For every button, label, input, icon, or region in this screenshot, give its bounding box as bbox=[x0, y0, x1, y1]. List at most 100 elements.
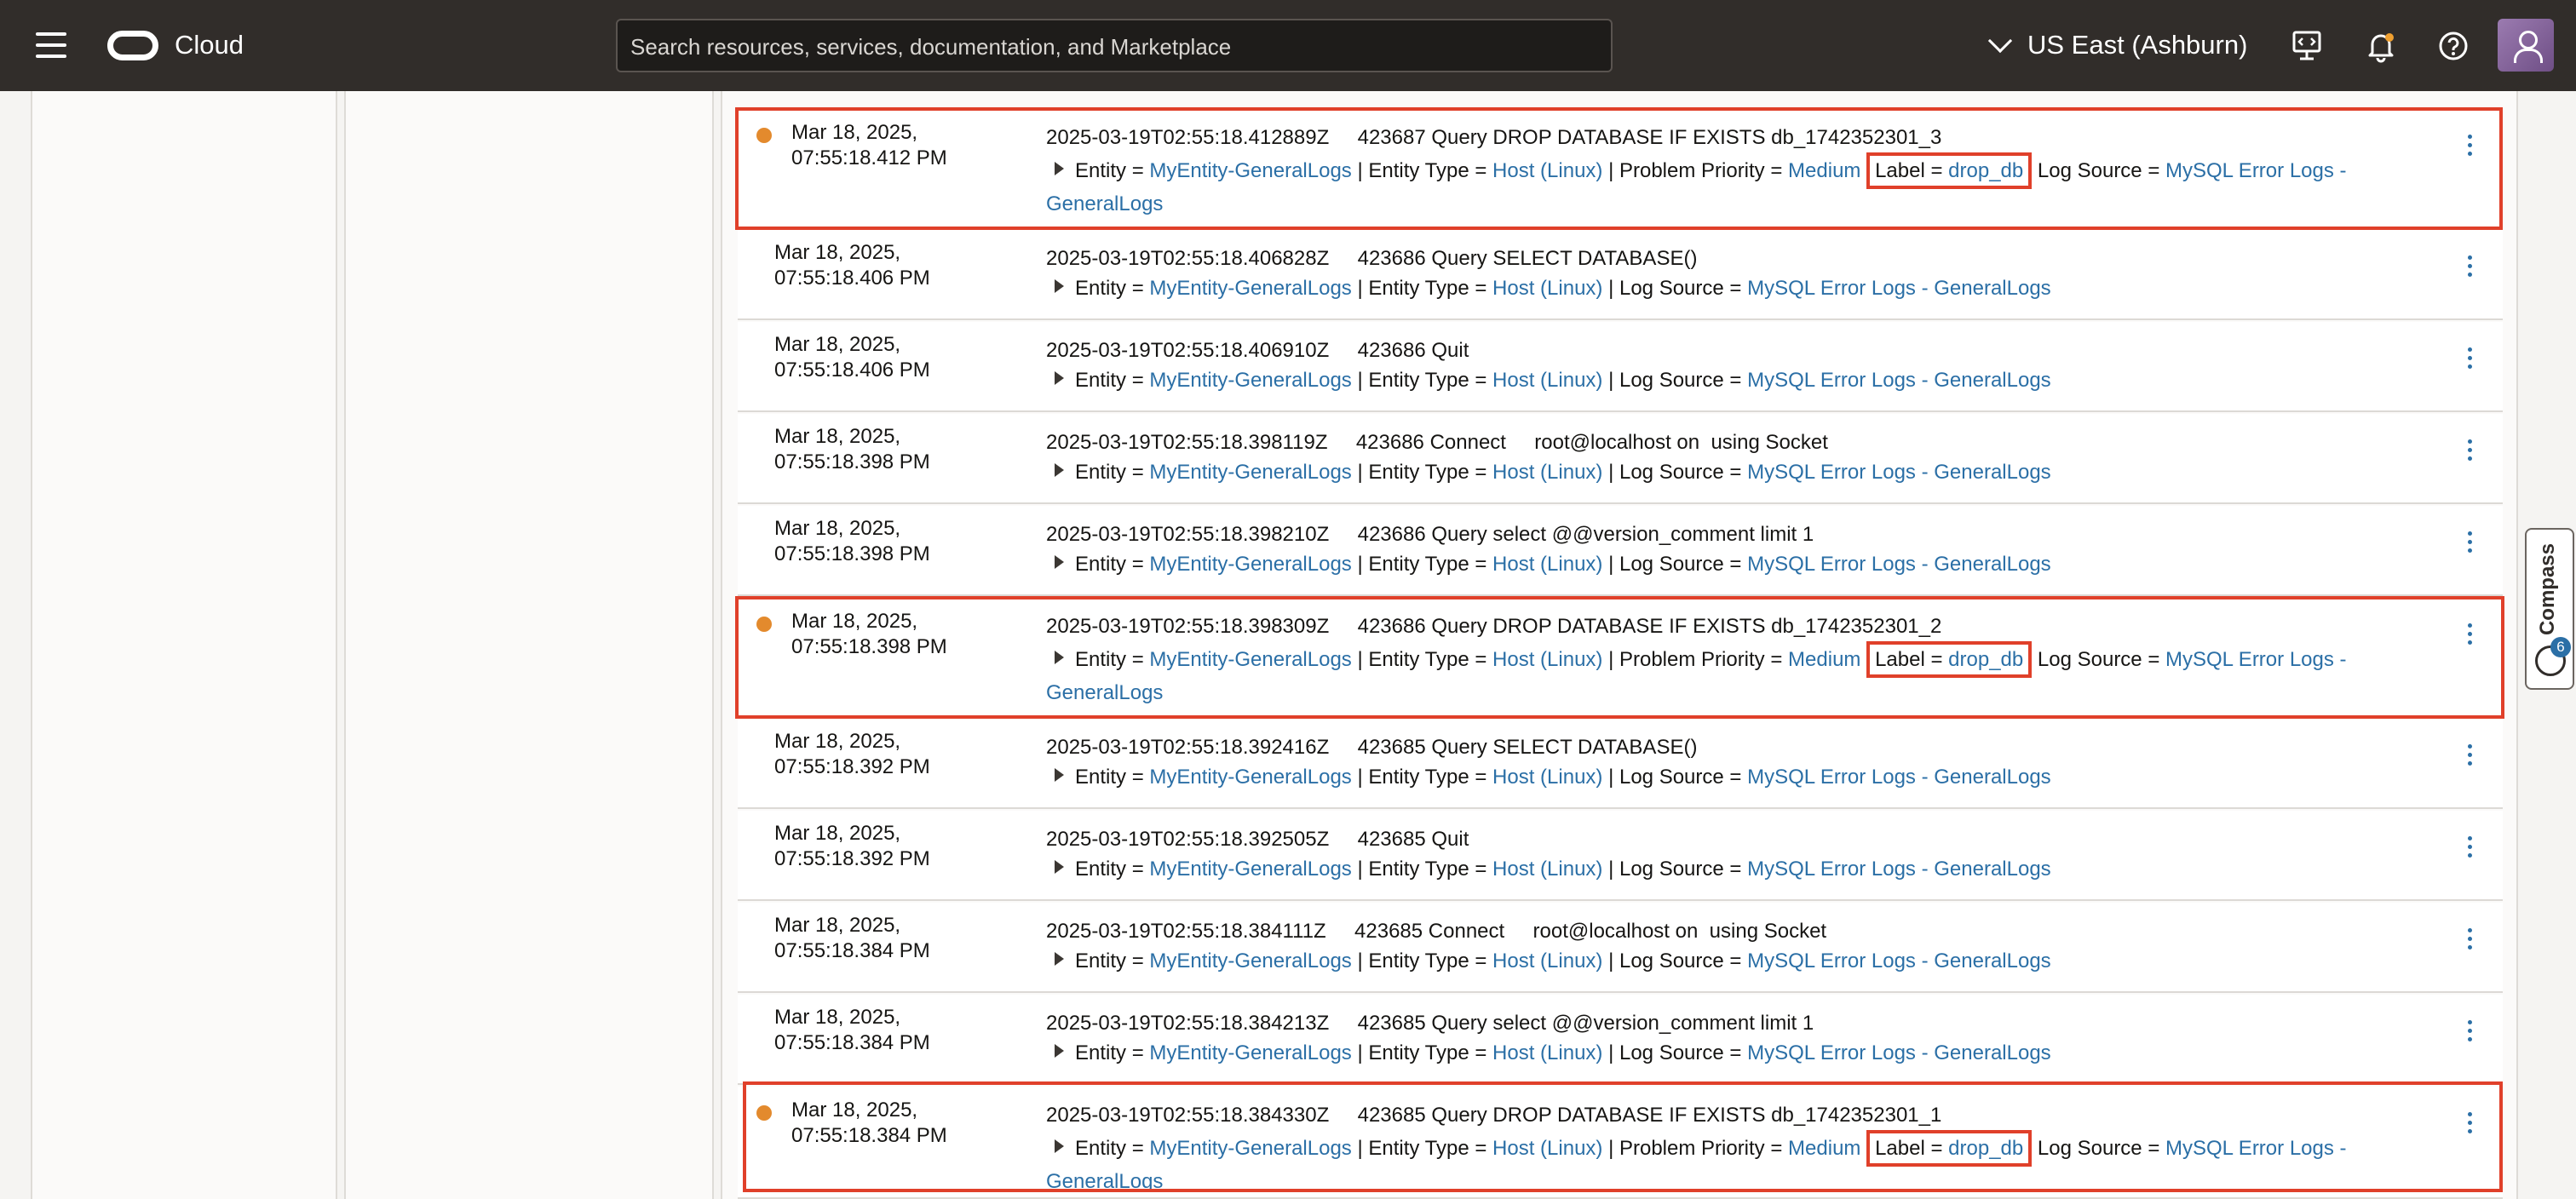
log-source-link[interactable]: MySQL Error Logs - GeneralLogs bbox=[1747, 766, 2051, 789]
entity-type-link[interactable]: Host (Linux) bbox=[1492, 858, 1602, 881]
entity-type-link[interactable]: Host (Linux) bbox=[1492, 159, 1602, 182]
log-record-row[interactable]: Mar 18, 2025, 07:55:18.406 PM 2025-03-19T… bbox=[738, 322, 2503, 412]
expand-triangle-icon[interactable] bbox=[1055, 952, 1064, 966]
label-highlight: Label = drop_db bbox=[1866, 641, 2033, 678]
expand-triangle-icon[interactable] bbox=[1055, 651, 1064, 664]
entity-link[interactable]: MyEntity-GeneralLogs bbox=[1149, 648, 1351, 671]
menu-icon[interactable] bbox=[36, 32, 66, 58]
log-source-link[interactable]: MySQL Error Logs - GeneralLogs bbox=[1747, 277, 2051, 300]
row-actions-kebab-icon[interactable] bbox=[2465, 623, 2474, 647]
log-record-row[interactable]: Mar 18, 2025, 07:55:18.412 PM 2025-03-19T… bbox=[738, 109, 2503, 228]
entity-type-link[interactable]: Host (Linux) bbox=[1492, 277, 1602, 300]
expand-triangle-icon[interactable] bbox=[1055, 463, 1064, 477]
entity-link[interactable]: MyEntity-GeneralLogs bbox=[1149, 553, 1351, 576]
compass-count-badge: 6 bbox=[2550, 637, 2571, 657]
log-source-link[interactable]: MySQL Error Logs - GeneralLogs bbox=[1747, 461, 2051, 484]
entity-link[interactable]: MyEntity-GeneralLogs bbox=[1149, 277, 1351, 300]
label-link[interactable]: drop_db bbox=[1948, 159, 2023, 182]
log-record-row[interactable]: Mar 18, 2025, 07:55:18.392 PM 2025-03-19T… bbox=[738, 719, 2503, 809]
label-highlight: Label = drop_db bbox=[1866, 1130, 2033, 1167]
record-time: Mar 18, 2025, 07:55:18.384 PM bbox=[791, 1099, 947, 1147]
problem-indicator-icon bbox=[756, 128, 772, 143]
problem-indicator-icon bbox=[756, 617, 772, 632]
log-source-link[interactable]: MySQL Error Logs - GeneralLogs bbox=[1747, 949, 2051, 972]
row-actions-kebab-icon[interactable] bbox=[2465, 836, 2474, 860]
log-record-row[interactable]: Mar 18, 2025, 07:55:18.398 PM 2025-03-19T… bbox=[738, 506, 2503, 596]
row-actions-kebab-icon[interactable] bbox=[2465, 928, 2474, 952]
log-record-row[interactable]: Mar 18, 2025, 07:55:18.384 PM 2025-03-19T… bbox=[738, 903, 2503, 993]
entity-link[interactable]: MyEntity-GeneralLogs bbox=[1149, 159, 1351, 182]
expand-triangle-icon[interactable] bbox=[1055, 860, 1064, 874]
row-actions-kebab-icon[interactable] bbox=[2465, 135, 2474, 158]
log-message: 2025-03-19T02:55:18.384330Z 423685 Query… bbox=[1046, 1104, 1942, 1127]
expand-triangle-icon[interactable] bbox=[1055, 371, 1064, 385]
problem-priority-link[interactable]: Medium bbox=[1788, 1137, 1860, 1160]
row-actions-kebab-icon[interactable] bbox=[2465, 255, 2474, 279]
record-attributes: Entity = MyEntity-GeneralLogs | Entity T… bbox=[1046, 641, 2375, 708]
entity-type-link[interactable]: Host (Linux) bbox=[1492, 766, 1602, 789]
expand-triangle-icon[interactable] bbox=[1055, 279, 1064, 293]
log-record-row[interactable]: Mar 18, 2025, 07:55:18.392 PM 2025-03-19T… bbox=[738, 811, 2503, 901]
label-link[interactable]: drop_db bbox=[1948, 648, 2023, 671]
entity-link[interactable]: MyEntity-GeneralLogs bbox=[1149, 461, 1351, 484]
entity-type-link[interactable]: Host (Linux) bbox=[1492, 648, 1602, 671]
entity-link[interactable]: MyEntity-GeneralLogs bbox=[1149, 1137, 1351, 1160]
notifications-bell-icon[interactable] bbox=[2362, 27, 2400, 65]
row-actions-kebab-icon[interactable] bbox=[2465, 1112, 2474, 1136]
log-source-link[interactable]: MySQL Error Logs - GeneralLogs bbox=[1747, 369, 2051, 392]
row-actions-kebab-icon[interactable] bbox=[2465, 531, 2474, 555]
expand-triangle-icon[interactable] bbox=[1055, 162, 1064, 175]
expand-triangle-icon[interactable] bbox=[1055, 1139, 1064, 1153]
log-record-row[interactable]: Mar 18, 2025, 07:55:18.398 PM 2025-03-19T… bbox=[738, 598, 2503, 717]
entity-link[interactable]: MyEntity-GeneralLogs bbox=[1149, 369, 1351, 392]
entity-type-link[interactable]: Host (Linux) bbox=[1492, 553, 1602, 576]
log-message: 2025-03-19T02:55:18.398309Z 423686 Query… bbox=[1046, 615, 1942, 638]
region-label: US East (Ashburn) bbox=[2027, 30, 2248, 60]
log-record-row[interactable]: Mar 18, 2025, 07:55:18.384 PM 2025-03-19T… bbox=[738, 995, 2503, 1085]
problem-indicator-icon bbox=[756, 1105, 772, 1121]
label-link[interactable]: drop_db bbox=[1948, 1137, 2023, 1160]
log-message: 2025-03-19T02:55:18.384213Z 423685 Query… bbox=[1046, 1012, 1814, 1035]
log-source-link[interactable]: MySQL Error Logs - GeneralLogs bbox=[1747, 1041, 2051, 1064]
entity-type-link[interactable]: Host (Linux) bbox=[1492, 369, 1602, 392]
row-actions-kebab-icon[interactable] bbox=[2465, 744, 2474, 768]
record-attributes: Entity = MyEntity-GeneralLogs | Entity T… bbox=[1046, 854, 2375, 884]
row-actions-kebab-icon[interactable] bbox=[2465, 347, 2474, 371]
log-record-row[interactable]: Mar 18, 2025, 07:55:18.384 PM 2025-03-19T… bbox=[738, 1087, 2503, 1199]
entity-type-link[interactable]: Host (Linux) bbox=[1492, 1041, 1602, 1064]
user-avatar[interactable] bbox=[2498, 19, 2554, 72]
log-record-row[interactable]: Mar 18, 2025, 07:55:18.406 PM 2025-03-19T… bbox=[738, 230, 2503, 320]
problem-priority-link[interactable]: Medium bbox=[1788, 648, 1860, 671]
row-actions-kebab-icon[interactable] bbox=[2465, 439, 2474, 463]
search-input[interactable]: Search resources, services, documentatio… bbox=[616, 19, 1613, 72]
problem-priority-link[interactable]: Medium bbox=[1788, 159, 1860, 182]
log-source-link[interactable]: MySQL Error Logs - GeneralLogs bbox=[1747, 553, 2051, 576]
log-message: 2025-03-19T02:55:18.384111Z 423685 Conne… bbox=[1046, 920, 1827, 943]
log-source-link[interactable]: MySQL Error Logs - GeneralLogs bbox=[1747, 858, 2051, 881]
record-attributes: Entity = MyEntity-GeneralLogs | Entity T… bbox=[1046, 1130, 2375, 1196]
help-icon[interactable] bbox=[2435, 27, 2472, 65]
entity-link[interactable]: MyEntity-GeneralLogs bbox=[1149, 1041, 1351, 1064]
row-actions-kebab-icon[interactable] bbox=[2465, 1020, 2474, 1044]
record-attributes: Entity = MyEntity-GeneralLogs | Entity T… bbox=[1046, 946, 2375, 976]
entity-type-link[interactable]: Host (Linux) bbox=[1492, 949, 1602, 972]
record-attributes: Entity = MyEntity-GeneralLogs | Entity T… bbox=[1046, 762, 2375, 792]
entity-link[interactable]: MyEntity-GeneralLogs bbox=[1149, 766, 1351, 789]
oracle-logo[interactable] bbox=[107, 31, 158, 60]
developer-tools-icon[interactable] bbox=[2288, 27, 2326, 65]
compass-tab[interactable]: Compass 6 bbox=[2525, 528, 2574, 690]
entity-type-link[interactable]: Host (Linux) bbox=[1492, 1137, 1602, 1160]
record-attributes: Entity = MyEntity-GeneralLogs | Entity T… bbox=[1046, 457, 2375, 487]
entity-type-link[interactable]: Host (Linux) bbox=[1492, 461, 1602, 484]
brand-label[interactable]: Cloud bbox=[175, 30, 244, 60]
expand-triangle-icon[interactable] bbox=[1055, 768, 1064, 782]
record-time: Mar 18, 2025, 07:55:18.412 PM bbox=[791, 121, 947, 169]
entity-link[interactable]: MyEntity-GeneralLogs bbox=[1149, 858, 1351, 881]
record-attributes: Entity = MyEntity-GeneralLogs | Entity T… bbox=[1046, 549, 2375, 579]
expand-triangle-icon[interactable] bbox=[1055, 555, 1064, 569]
log-record-row[interactable]: Mar 18, 2025, 07:55:18.398 PM 2025-03-19T… bbox=[738, 414, 2503, 504]
region-selector[interactable]: US East (Ashburn) bbox=[1987, 28, 2248, 62]
expand-triangle-icon[interactable] bbox=[1055, 1044, 1064, 1058]
record-time: Mar 18, 2025, 07:55:18.384 PM bbox=[774, 1006, 930, 1054]
entity-link[interactable]: MyEntity-GeneralLogs bbox=[1149, 949, 1351, 972]
